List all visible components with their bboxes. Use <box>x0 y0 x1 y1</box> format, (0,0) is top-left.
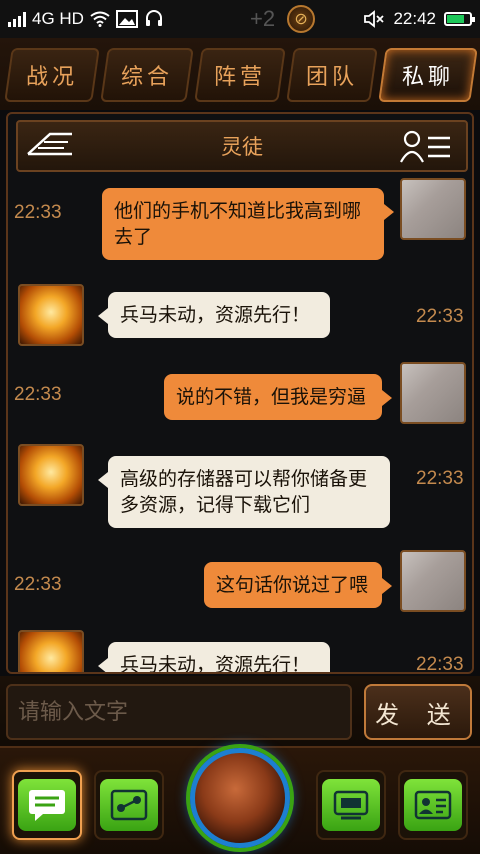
chat-panel: 灵徒 22:33 他们的手机不知道比我高到哪去了 兵马未动，资源先行！ 22:3… <box>6 112 474 674</box>
avatar[interactable] <box>18 284 84 346</box>
channel-tabs: 战况 综合 阵营 团队 私聊 <box>0 38 480 110</box>
avatar[interactable] <box>18 630 84 672</box>
message-time: 22:33 <box>416 468 464 489</box>
battery-icon <box>444 12 475 26</box>
network-label: 4G HD <box>32 9 84 28</box>
wifi-icon <box>90 11 110 27</box>
contact-card-icon <box>414 790 452 820</box>
chat-icon <box>29 790 65 821</box>
status-bar: 4G HD +2 ⊘ 22:42 <box>0 0 480 38</box>
message-bubble-outgoing[interactable]: 他们的手机不知道比我高到哪去了 <box>102 188 394 260</box>
notification-count: +2 <box>250 6 276 31</box>
message-bubble-outgoing[interactable]: 说的不错，但我是穷逼 <box>164 374 392 420</box>
avatar[interactable] <box>400 178 466 240</box>
image-icon <box>115 10 138 28</box>
share-icon <box>110 789 148 821</box>
headset-icon <box>145 10 162 26</box>
clock: 22:42 <box>393 9 436 28</box>
nav-device-button[interactable] <box>316 770 386 840</box>
globe-icon[interactable] <box>190 748 290 848</box>
back-icon[interactable] <box>24 130 76 164</box>
message-bubble-incoming[interactable]: 兵马未动，资源先行！ <box>98 642 330 672</box>
coin-icon[interactable]: ⊘ <box>287 5 316 33</box>
contacts-list-icon[interactable] <box>398 128 454 166</box>
avatar[interactable] <box>400 362 466 424</box>
chat-header: 灵徒 <box>16 120 468 172</box>
tab-faction[interactable]: 阵营 <box>194 48 286 102</box>
message-bubble-incoming[interactable]: 高级的存储器可以帮你储备更多资源，记得下载它们 <box>98 456 390 528</box>
nav-contact-button[interactable] <box>398 770 468 840</box>
message-time: 22:33 <box>416 654 464 674</box>
device-icon <box>333 790 369 820</box>
avatar[interactable] <box>18 444 84 506</box>
bottom-nav <box>0 746 480 854</box>
tab-battle[interactable]: 战况 <box>4 48 100 102</box>
tab-team[interactable]: 团队 <box>286 48 378 102</box>
message-bubble-incoming[interactable]: 兵马未动，资源先行！ <box>98 292 330 338</box>
message-time: 22:33 <box>416 306 464 327</box>
tab-general[interactable]: 综合 <box>100 48 194 102</box>
mute-icon <box>364 10 385 28</box>
input-bar: 发 送 <box>0 676 480 746</box>
message-time: 22:33 <box>14 202 62 223</box>
message-time: 22:33 <box>14 384 62 405</box>
send-button[interactable]: 发 送 <box>364 684 472 740</box>
chat-title: 灵徒 <box>221 135 263 159</box>
message-input[interactable] <box>6 684 352 740</box>
nav-chat-button[interactable] <box>12 770 82 840</box>
message-bubble-outgoing[interactable]: 这句话你说过了喂 <box>204 562 392 608</box>
avatar[interactable] <box>400 550 466 612</box>
message-time: 22:33 <box>14 574 62 595</box>
signal-icon <box>8 11 26 27</box>
tab-private-chat[interactable]: 私聊 <box>378 48 478 102</box>
nav-share-button[interactable] <box>94 770 164 840</box>
message-list[interactable]: 22:33 他们的手机不知道比我高到哪去了 兵马未动，资源先行！ 22:33 2… <box>8 176 472 674</box>
